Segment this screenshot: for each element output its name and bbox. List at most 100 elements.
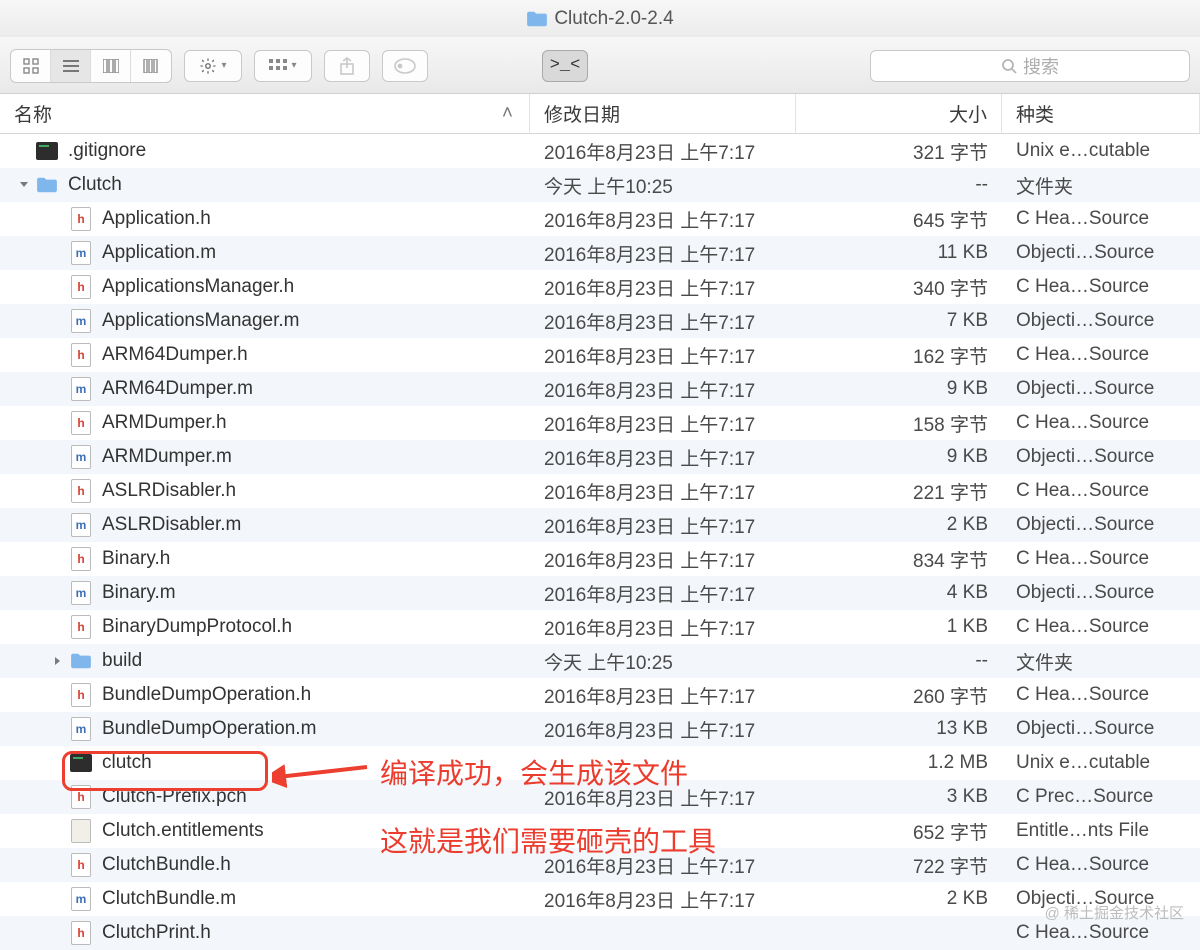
file-date: 2016年8月23日 上午7:17 [530, 444, 796, 471]
disclosure-icon [52, 383, 64, 395]
disclosure-icon [52, 553, 64, 565]
disclosure-icon [52, 213, 64, 225]
file-name: Binary.m [102, 582, 176, 604]
file-size: 9 KB [796, 446, 1002, 468]
titlebar: Clutch-2.0-2.4 [0, 0, 1200, 38]
file-icon: m [70, 580, 92, 606]
file-kind: Objecti…Source [1002, 446, 1200, 468]
tags-button[interactable] [382, 50, 428, 82]
column-headers: 名称 ˄ 修改日期 大小 种类 [0, 94, 1200, 134]
file-kind: Unix e…cutable [1002, 140, 1200, 162]
file-row[interactable]: hBinaryDumpProtocol.h2016年8月23日 上午7:171 … [0, 610, 1200, 644]
file-size: 9 KB [796, 378, 1002, 400]
file-row[interactable]: mARMDumper.m2016年8月23日 上午7:179 KBObjecti… [0, 440, 1200, 474]
disclosure-icon[interactable] [52, 655, 64, 667]
file-icon [70, 648, 92, 674]
share-button[interactable] [324, 50, 370, 82]
file-icon: h [70, 852, 92, 878]
file-size: 162 字节 [796, 342, 1002, 369]
file-date: 2016年8月23日 上午7:17 [530, 682, 796, 709]
chevron-down-icon: ▾ [221, 60, 226, 71]
sort-indicator-icon: ˄ [502, 103, 513, 125]
file-kind: 文件夹 [1002, 172, 1200, 199]
file-row[interactable]: .gitignore2016年8月23日 上午7:17321 字节Unix e…… [0, 134, 1200, 168]
file-size: 260 字节 [796, 682, 1002, 709]
column-header-date[interactable]: 修改日期 [530, 94, 796, 133]
file-row[interactable]: hBinary.h2016年8月23日 上午7:17834 字节C Hea…So… [0, 542, 1200, 576]
file-kind: Unix e…cutable [1002, 752, 1200, 774]
file-row[interactable]: hApplication.h2016年8月23日 上午7:17645 字节C H… [0, 202, 1200, 236]
file-date: 2016年8月23日 上午7:17 [530, 376, 796, 403]
arrange-menu-button[interactable]: ▾ [254, 50, 312, 82]
action-menu-button[interactable]: ▾ [184, 50, 242, 82]
file-row[interactable]: hARMDumper.h2016年8月23日 上午7:17158 字节C Hea… [0, 406, 1200, 440]
file-row[interactable]: hClutchPrint.hC Hea…Source [0, 916, 1200, 950]
column-view-button[interactable] [91, 50, 131, 82]
file-row[interactable]: mBinary.m2016年8月23日 上午7:174 KBObjecti…So… [0, 576, 1200, 610]
disclosure-icon [52, 791, 64, 803]
file-name: ASLRDisabler.m [102, 514, 241, 536]
disclosure-icon [52, 451, 64, 463]
file-row[interactable]: hApplicationsManager.h2016年8月23日 上午7:173… [0, 270, 1200, 304]
file-size: 321 字节 [796, 138, 1002, 165]
file-kind: C Hea…Source [1002, 344, 1200, 366]
file-name: ClutchBundle.m [102, 888, 236, 910]
file-kind: C Hea…Source [1002, 480, 1200, 502]
file-row[interactable]: mApplication.m2016年8月23日 上午7:1711 KBObje… [0, 236, 1200, 270]
file-row[interactable]: hBundleDumpOperation.h2016年8月23日 上午7:172… [0, 678, 1200, 712]
file-size: 11 KB [796, 242, 1002, 264]
file-name: .gitignore [68, 140, 146, 162]
search-placeholder: 搜索 [1023, 53, 1059, 79]
file-icon: h [70, 546, 92, 572]
disclosure-icon [52, 281, 64, 293]
file-row[interactable]: mApplicationsManager.m2016年8月23日 上午7:177… [0, 304, 1200, 338]
column-header-kind[interactable]: 种类 [1002, 94, 1200, 133]
file-name: Application.h [102, 208, 211, 230]
file-size: 2 KB [796, 514, 1002, 536]
column-header-name[interactable]: 名称 ˄ [0, 94, 530, 133]
file-row[interactable]: mBundleDumpOperation.m2016年8月23日 上午7:171… [0, 712, 1200, 746]
annotation-line2: 这就是我们需要砸壳的工具 [380, 820, 716, 860]
toolbar: ▾ ▾ >_< 搜索 [0, 38, 1200, 94]
file-kind: Objecti…Source [1002, 310, 1200, 332]
file-icon: m [70, 308, 92, 334]
file-size: 645 字节 [796, 206, 1002, 233]
file-row[interactable]: mASLRDisabler.m2016年8月23日 上午7:172 KBObje… [0, 508, 1200, 542]
file-date: 2016年8月23日 上午7:17 [530, 512, 796, 539]
file-kind: C Hea…Source [1002, 922, 1200, 944]
file-row[interactable]: Clutch今天 上午10:25--文件夹 [0, 168, 1200, 202]
file-date: 2016年8月23日 上午7:17 [530, 240, 796, 267]
file-row[interactable]: hASLRDisabler.h2016年8月23日 上午7:17221 字节C … [0, 474, 1200, 508]
icon-view-button[interactable] [11, 50, 51, 82]
list-view-button[interactable] [51, 50, 91, 82]
disclosure-icon [52, 859, 64, 871]
file-kind: Objecti…Source [1002, 718, 1200, 740]
gallery-view-button[interactable] [131, 50, 171, 82]
file-size: 3 KB [796, 786, 1002, 808]
disclosure-icon [18, 145, 30, 157]
file-name: ARMDumper.m [102, 446, 232, 468]
column-header-size[interactable]: 大小 [796, 94, 1002, 133]
file-size: 4 KB [796, 582, 1002, 604]
file-size: 652 字节 [796, 818, 1002, 845]
file-name: ClutchBundle.h [102, 854, 231, 876]
file-kind: Objecti…Source [1002, 514, 1200, 536]
file-size: 1 KB [796, 616, 1002, 638]
file-row[interactable]: hARM64Dumper.h2016年8月23日 上午7:17162 字节C H… [0, 338, 1200, 372]
file-icon: m [70, 240, 92, 266]
file-row[interactable]: mARM64Dumper.m2016年8月23日 上午7:179 KBObjec… [0, 372, 1200, 406]
file-date: 2016年8月23日 上午7:17 [530, 886, 796, 913]
search-field[interactable]: 搜索 [870, 50, 1190, 82]
file-size: -- [796, 174, 1002, 196]
disclosure-icon[interactable] [18, 179, 30, 191]
terminal-button[interactable]: >_< [542, 50, 588, 82]
file-icon: h [70, 206, 92, 232]
file-icon: h [70, 410, 92, 436]
file-name: ARM64Dumper.m [102, 378, 253, 400]
file-size: 158 字节 [796, 410, 1002, 437]
file-row[interactable]: build今天 上午10:25--文件夹 [0, 644, 1200, 678]
file-row[interactable]: mClutchBundle.m2016年8月23日 上午7:172 KBObje… [0, 882, 1200, 916]
file-date: 2016年8月23日 上午7:17 [530, 274, 796, 301]
file-name: Application.m [102, 242, 216, 264]
disclosure-icon [52, 485, 64, 497]
